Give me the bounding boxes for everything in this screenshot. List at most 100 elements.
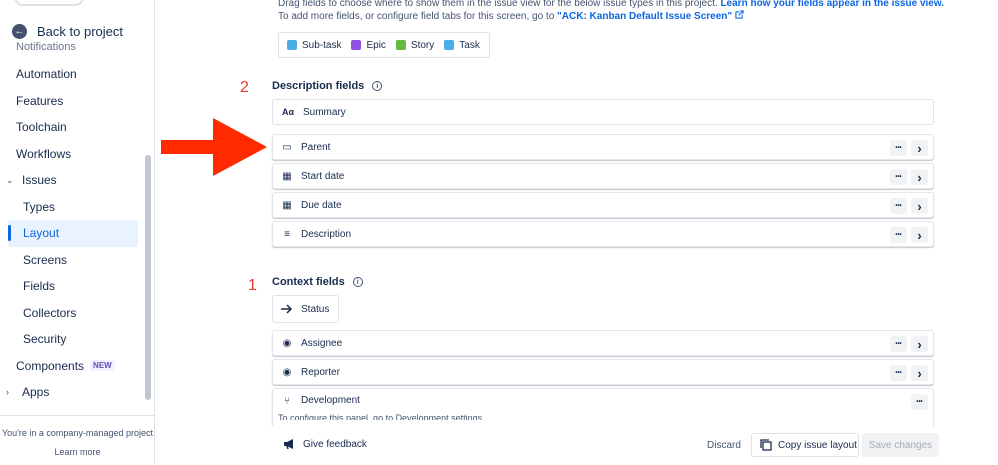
expand-chevron-button[interactable]: › xyxy=(911,365,928,381)
copy-issue-layout-button[interactable]: Copy issue layout xyxy=(751,433,859,457)
more-options-button[interactable]: ••• xyxy=(890,198,907,214)
field-row-description[interactable]: ≡ Description ••• › xyxy=(272,221,934,247)
learn-more-link[interactable]: Learn more xyxy=(0,447,154,457)
field-row-start-date[interactable]: ▦ Start date ••• › xyxy=(272,163,934,189)
arrow-right-icon xyxy=(281,304,293,314)
field-row-reporter[interactable]: ◉ Reporter ••• › xyxy=(272,359,934,385)
field-label: Due date xyxy=(301,199,342,211)
issue-screen-link[interactable]: "ACK: Kanban Default Issue Screen" xyxy=(557,11,732,22)
back-label: Back to project xyxy=(37,24,123,39)
sidebar-item-automation[interactable]: Automation xyxy=(0,61,140,88)
more-options-button[interactable]: ••• xyxy=(890,365,907,381)
issue-type-label: Epic xyxy=(366,39,386,51)
issue-type-sub-task: Sub-task xyxy=(287,40,341,51)
more-options-button[interactable]: ••• xyxy=(890,227,907,243)
intro-line2: To add more fields, or configure field t… xyxy=(278,11,558,22)
chevron-down-icon: ⌄ xyxy=(6,174,14,185)
parent-icon: ▭ xyxy=(282,141,292,153)
give-feedback-label: Give feedback xyxy=(303,438,367,450)
sidebar-nav: Automation Features Toolchain Workflows ⌄ Iss… xyxy=(0,61,140,406)
sidebar-item-issues[interactable]: ⌄ Issues xyxy=(0,167,140,194)
expand-chevron-button[interactable]: › xyxy=(911,140,928,156)
sidebar-item-label: Issues xyxy=(22,173,57,188)
sidebar-item-label: Workflows xyxy=(16,146,72,161)
field-label: Start date xyxy=(301,170,345,182)
field-row-summary[interactable]: Aα Summary xyxy=(272,99,934,125)
info-icon[interactable]: i xyxy=(352,277,363,287)
description-fields-title: Description fields xyxy=(272,80,365,92)
sidebar-item-label: Types xyxy=(23,199,56,214)
field-row-assignee[interactable]: ◉ Assignee ••• › xyxy=(272,330,934,356)
calendar-icon: ▦ xyxy=(282,199,292,211)
info-icon[interactable]: i xyxy=(372,81,383,91)
context-fields-heading: Context fields i xyxy=(272,276,363,288)
company-managed-text: You're in a company-managed project xyxy=(2,428,153,438)
issue-type-label: Task xyxy=(459,39,480,51)
new-badge: NEW xyxy=(90,360,115,372)
sidebar-item-label: Features xyxy=(16,93,64,108)
expand-chevron-button[interactable]: › xyxy=(911,169,928,185)
sidebar-item-layout[interactable]: Layout xyxy=(8,220,138,247)
megaphone-icon xyxy=(284,439,293,450)
task-icon xyxy=(444,40,455,50)
more-options-button[interactable]: ••• xyxy=(890,140,907,156)
sidebar-item-features[interactable]: Features xyxy=(0,88,140,115)
status-label: Status xyxy=(301,303,330,315)
intro-line1: Drag fields to choose where to show them… xyxy=(278,0,721,9)
learn-fields-link[interactable]: Learn how your fields appear in the issu… xyxy=(720,0,944,9)
sidebar-item-label: Screens xyxy=(23,252,68,267)
development-hint: To configure this panel, go to Developme… xyxy=(278,414,483,420)
person-icon: ◉ xyxy=(282,337,292,349)
field-label: Assignee xyxy=(301,337,343,349)
annotation-number-1: 1 xyxy=(248,277,257,294)
sidebar-item-collectors[interactable]: Collectors xyxy=(0,300,140,327)
field-row-parent[interactable]: ▭ Parent ••• › xyxy=(272,134,934,160)
red-arrow-annotation xyxy=(161,118,267,176)
issue-type-label: Sub-task xyxy=(302,39,342,51)
sidebar-item-apps[interactable]: › Apps xyxy=(0,379,140,406)
sidebar-scrollbar[interactable] xyxy=(145,155,151,400)
field-label: Parent xyxy=(301,141,331,153)
sidebar: ← Back to project Notifications Automati… xyxy=(0,0,155,465)
expand-chevron-button[interactable]: › xyxy=(911,227,928,243)
issue-type-story: Story xyxy=(395,39,435,51)
sidebar-item-components[interactable]: Components NEW xyxy=(0,353,140,380)
sidebar-item-label: Automation xyxy=(16,67,77,82)
field-label: Description xyxy=(301,228,352,240)
status-field[interactable]: Status xyxy=(272,295,339,323)
sidebar-item-screens[interactable]: Screens xyxy=(0,247,140,274)
issue-type-label: Story xyxy=(410,39,435,51)
sidebar-item-workflows[interactable]: Workflows xyxy=(0,141,140,168)
back-to-project-link[interactable]: ← Back to project xyxy=(12,24,123,39)
field-row-due-date[interactable]: ▦ Due date ••• › xyxy=(272,192,934,218)
expand-chevron-button[interactable]: › xyxy=(911,336,928,352)
more-options-button[interactable]: ••• xyxy=(890,169,907,185)
sidebar-item-label: Toolchain xyxy=(16,120,67,135)
arrow-left-icon: ← xyxy=(12,24,27,39)
bottom-action-bar: Give feedback Discard Copy issue layout … xyxy=(156,426,998,465)
sidebar-item-label: Fields xyxy=(23,279,56,294)
epic-icon xyxy=(351,40,362,50)
story-icon xyxy=(395,40,406,50)
branch-icon: ⑂ xyxy=(284,395,290,407)
project-pill[interactable] xyxy=(14,0,84,6)
save-changes-button[interactable]: Save changes xyxy=(862,433,939,457)
field-label: Development xyxy=(301,395,360,406)
sidebar-item-types[interactable]: Types xyxy=(0,194,140,221)
field-row-development[interactable]: ⑂ Development ••• xyxy=(272,388,934,428)
sidebar-item-label: Security xyxy=(23,332,67,347)
expand-chevron-button[interactable]: › xyxy=(911,198,928,214)
chevron-right-icon: › xyxy=(6,387,9,398)
sidebar-item-security[interactable]: Security xyxy=(0,326,140,353)
more-options-button[interactable]: ••• xyxy=(890,336,907,352)
give-feedback-button[interactable]: Give feedback xyxy=(283,438,367,450)
more-options-button[interactable]: ••• xyxy=(911,394,928,410)
context-fields-title: Context fields xyxy=(272,276,345,288)
sidebar-item-toolchain[interactable]: Toolchain xyxy=(0,114,140,141)
sidebar-item-label: Apps xyxy=(22,385,50,400)
text-format-icon: Aα xyxy=(281,107,295,117)
intro-text: Drag fields to choose where to show them… xyxy=(278,0,944,23)
sidebar-item-notifications[interactable]: Notifications xyxy=(16,42,76,52)
sidebar-item-fields[interactable]: Fields xyxy=(0,273,140,300)
discard-button[interactable]: Discard xyxy=(707,440,741,451)
